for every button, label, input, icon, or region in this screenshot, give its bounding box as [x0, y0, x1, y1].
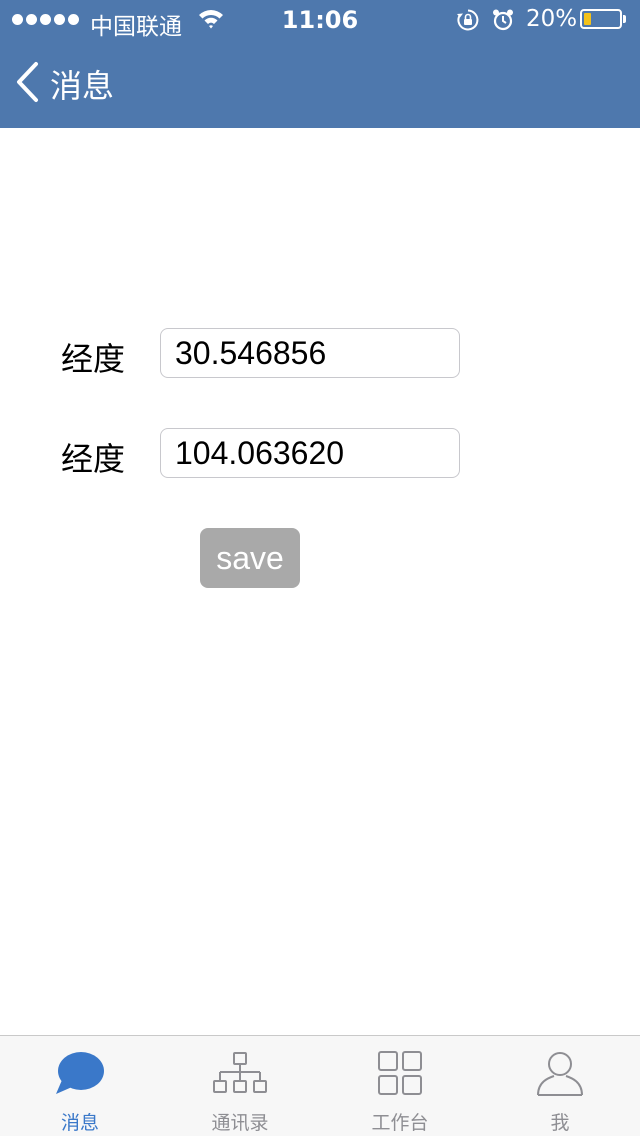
nav-bar: 消息	[0, 40, 640, 128]
chat-bubble-icon	[54, 1050, 106, 1102]
alarm-icon	[491, 8, 515, 38]
longitude-input[interactable]	[160, 428, 460, 478]
back-button[interactable]: 消息	[14, 60, 114, 108]
save-button[interactable]: save	[200, 528, 300, 588]
org-chart-icon	[210, 1050, 270, 1100]
tab-label: 工作台	[371, 1112, 429, 1134]
tab-messages[interactable]: 消息	[0, 1036, 160, 1136]
battery-icon	[580, 9, 622, 29]
person-icon	[535, 1050, 585, 1102]
longitude-label: 经度	[61, 440, 126, 478]
rotation-lock-icon	[456, 8, 480, 38]
battery-percent: 20%	[526, 6, 578, 32]
tab-workbench[interactable]: 工作台	[320, 1036, 480, 1136]
header: 中国联通 11:06 20% 消息	[0, 0, 640, 128]
tab-label: 消息	[60, 1112, 99, 1134]
screen: 中国联通 11:06 20% 消息 经度 30.546856 经度 104.06…	[0, 0, 640, 1136]
battery-level-fill	[584, 13, 591, 25]
latitude-row: 经度	[0, 328, 640, 378]
tab-me[interactable]: 我	[480, 1036, 640, 1136]
latitude-label: 经度	[61, 340, 126, 378]
tab-contacts[interactable]: 通讯录	[160, 1036, 320, 1136]
grid-icon	[377, 1050, 423, 1100]
latitude-input[interactable]	[160, 328, 460, 378]
tab-label: 我	[550, 1112, 570, 1134]
longitude-row: 经度	[0, 428, 640, 478]
chevron-left-icon	[14, 61, 40, 107]
battery-cap	[623, 15, 626, 23]
status-bar: 中国联通 11:06 20%	[0, 0, 640, 40]
tab-bar: 消息 通讯录 工作台 我	[0, 1035, 640, 1136]
tab-label: 通讯录	[211, 1112, 269, 1134]
nav-title: 消息	[50, 67, 115, 105]
